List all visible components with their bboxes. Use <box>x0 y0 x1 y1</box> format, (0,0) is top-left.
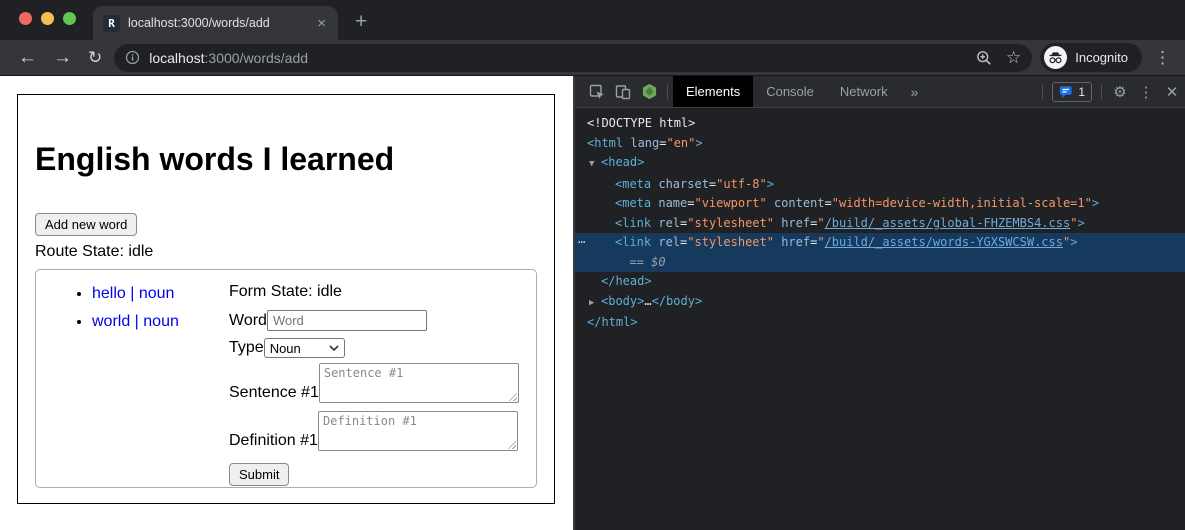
new-tab-button[interactable]: + <box>355 12 367 32</box>
toolbar-separator <box>1042 84 1043 100</box>
browser-tab[interactable]: R localhost:3000/words/add × <box>93 6 338 40</box>
back-button[interactable]: ← <box>18 48 37 67</box>
page-title: English words I learned <box>35 141 537 177</box>
form-state-text: Form State: idle <box>229 283 342 301</box>
close-window-button[interactable] <box>19 12 32 25</box>
tab-close-icon[interactable]: × <box>315 15 328 32</box>
incognito-icon <box>1044 46 1067 69</box>
remix-favicon-icon: R <box>103 15 120 32</box>
type-select[interactable]: Noun <box>264 338 345 358</box>
word-link[interactable]: hello | noun <box>92 285 174 302</box>
window-controls <box>19 12 76 25</box>
expand-arrow-icon[interactable]: ▶ <box>589 294 601 314</box>
submit-button[interactable]: Submit <box>229 463 289 486</box>
url-path: :3000/words/add <box>205 50 309 66</box>
issues-icon <box>1059 85 1073 99</box>
device-toolbar-icon[interactable] <box>610 79 636 105</box>
code-line[interactable]: ▼<head> <box>575 153 1185 175</box>
code-line[interactable]: <link rel="stylesheet" href="/build/_ass… <box>575 214 1185 234</box>
zoom-indicator-icon[interactable] <box>976 50 992 66</box>
tab-strip: R localhost:3000/words/add × + <box>0 0 1185 40</box>
node-menu-icon[interactable]: ⋯ <box>578 233 586 253</box>
incognito-label: Incognito <box>1075 50 1128 65</box>
type-label: Type <box>229 339 264 357</box>
code-line[interactable]: ▶<body>…</body> <box>575 292 1185 314</box>
code-line[interactable]: == $0 <box>575 253 1185 273</box>
type-select-value: Noun <box>270 341 301 356</box>
collapse-arrow-icon[interactable]: ▼ <box>589 155 601 175</box>
toolbar-separator <box>1101 84 1102 100</box>
bookmark-star-icon[interactable]: ☆ <box>1006 49 1021 66</box>
settings-gear-icon[interactable]: ⚙ <box>1107 79 1133 105</box>
address-bar[interactable]: localhost:3000/words/add ☆ <box>114 44 1032 72</box>
route-state-text: Route State: idle <box>35 243 537 261</box>
definition-label: Definition #1 <box>229 432 318 451</box>
chevron-down-icon <box>329 345 339 351</box>
word-label: Word <box>229 312 267 330</box>
code-line[interactable]: <meta name="viewport" content="width=dev… <box>575 194 1185 214</box>
content-area: English words I learned Add new word Rou… <box>0 76 1185 530</box>
browser-window: R localhost:3000/words/add × + ← → ↻ loc… <box>0 0 1185 530</box>
devtools-toolbar: Elements Console Network » 1 ⚙ <box>575 76 1185 108</box>
definition-input[interactable] <box>318 411 518 451</box>
browser-toolbar: ← → ↻ localhost:3000/words/add ☆ <box>0 40 1185 76</box>
page-info-icon[interactable] <box>125 50 140 65</box>
code-line[interactable]: <!DOCTYPE html> <box>575 114 1185 134</box>
code-line[interactable]: </head> <box>575 272 1185 292</box>
issues-count: 1 <box>1078 85 1085 99</box>
url-host: localhost <box>149 50 204 66</box>
words-panel: hello | noun world | noun Form State: idl… <box>35 269 537 488</box>
more-tabs-icon[interactable]: » <box>911 84 919 100</box>
web-page: English words I learned Add new word Rou… <box>0 76 573 530</box>
tab-elements[interactable]: Elements <box>673 76 753 107</box>
extension-hexagon-icon[interactable] <box>636 79 662 105</box>
browser-menu-icon[interactable]: ⋮ <box>1154 48 1171 68</box>
devtools-panel: Elements Console Network » 1 ⚙ <box>573 76 1185 530</box>
sentence-label: Sentence #1 <box>229 384 319 403</box>
code-line[interactable]: <html lang="en"> <box>575 134 1185 154</box>
url-text: localhost:3000/words/add <box>149 50 976 66</box>
add-word-form: Form State: idle Word Type Noun <box>229 270 519 487</box>
toolbar-separator <box>667 84 668 100</box>
app-container: English words I learned Add new word Rou… <box>17 94 555 504</box>
sentence-input[interactable] <box>319 363 519 403</box>
incognito-badge: Incognito <box>1040 43 1142 72</box>
tab-network[interactable]: Network <box>827 76 901 107</box>
forward-button[interactable]: → <box>53 48 72 67</box>
tab-title: localhost:3000/words/add <box>128 16 315 30</box>
tab-console[interactable]: Console <box>753 76 827 107</box>
word-list: hello | noun world | noun <box>36 285 229 487</box>
devtools-close-icon[interactable]: ✕ <box>1159 79 1185 105</box>
code-line[interactable]: <meta charset="utf-8"> <box>575 175 1185 195</box>
devtools-code: <!DOCTYPE html><html lang="en">▼<head><m… <box>575 108 1185 530</box>
inspect-element-icon[interactable] <box>584 79 610 105</box>
word-input[interactable] <box>267 310 427 331</box>
minimize-window-button[interactable] <box>41 12 54 25</box>
issues-badge[interactable]: 1 <box>1052 82 1092 102</box>
code-line[interactable]: ⋯<link rel="stylesheet" href="/build/_as… <box>575 233 1185 253</box>
code-line[interactable]: </html> <box>575 313 1185 333</box>
word-list-item: hello | noun <box>92 285 229 303</box>
fullscreen-window-button[interactable] <box>63 12 76 25</box>
reload-button[interactable]: ↻ <box>88 49 102 66</box>
word-link[interactable]: world | noun <box>92 313 179 330</box>
word-list-item: world | noun <box>92 313 229 331</box>
devtools-menu-icon[interactable]: ⋮ <box>1133 79 1159 105</box>
add-new-word-button[interactable]: Add new word <box>35 213 137 236</box>
